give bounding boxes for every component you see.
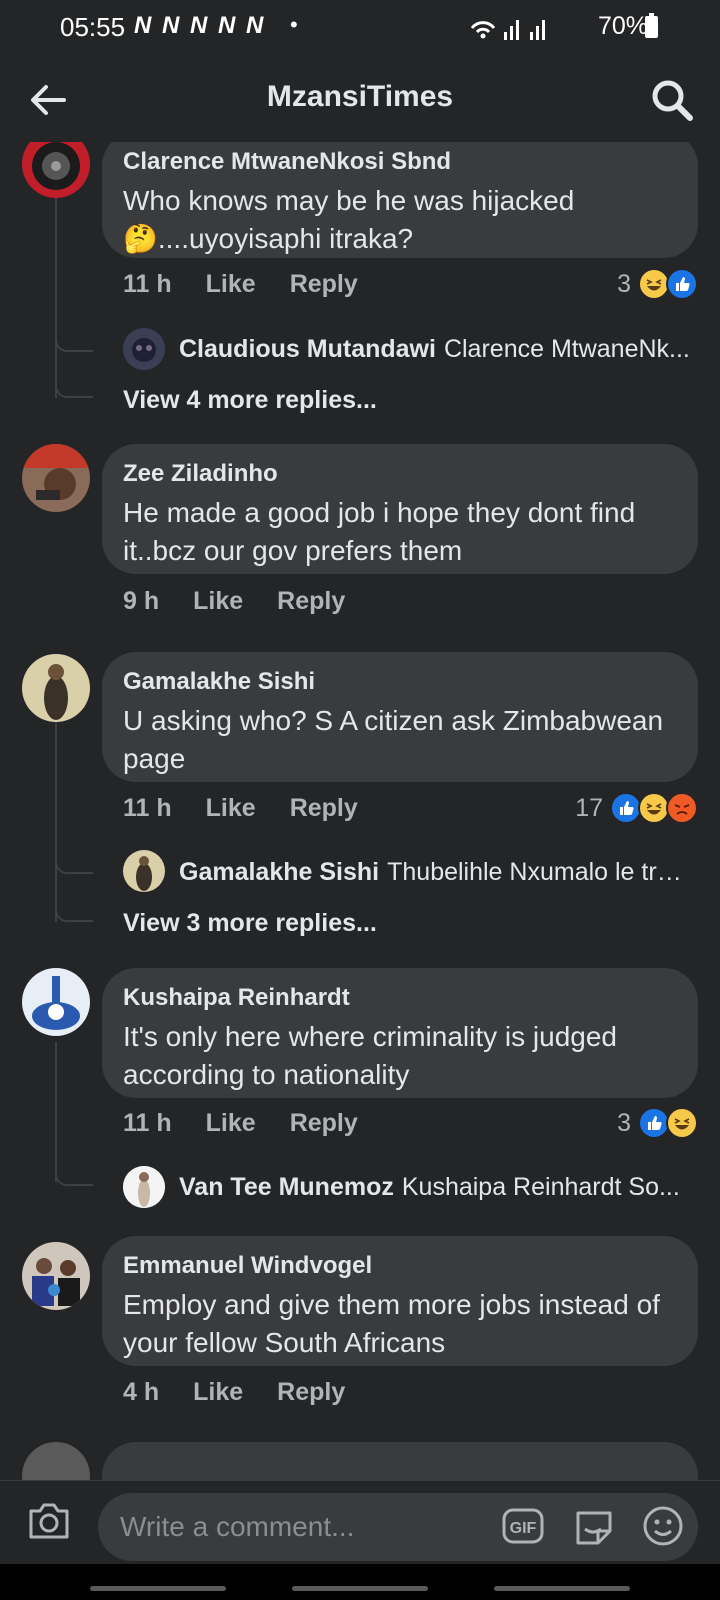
comment-time: 9 h (123, 587, 160, 615)
like-button[interactable]: Like (193, 587, 243, 615)
comment-time: 11 h (123, 270, 172, 298)
avatar[interactable] (22, 968, 90, 1036)
avatar[interactable] (22, 1442, 90, 1480)
recent-apps-button[interactable] (90, 1586, 226, 1591)
camera-icon[interactable] (26, 1497, 72, 1543)
reply-button[interactable]: Reply (277, 1378, 345, 1406)
reply-author: Van Tee Munemoz (179, 1173, 394, 1201)
reply-preview[interactable]: Claudious Mutandawi Clarence MtwaneNk... (179, 335, 690, 364)
sticker-icon[interactable] (572, 1505, 616, 1549)
reply-avatar[interactable] (123, 1166, 165, 1208)
comment-bubble[interactable]: Gamalakhe Sishi U asking who? S A citize… (102, 652, 698, 782)
comment-author[interactable]: Emmanuel Windvogel (123, 1252, 678, 1280)
comment-text: Who knows may be he was hijacked 🤔....uy… (123, 185, 575, 254)
like-button[interactable]: Like (206, 794, 256, 822)
system-navigation-bar (0, 1564, 720, 1600)
comment-bubble[interactable]: Zee Ziladinho He made a good job i hope … (102, 444, 698, 574)
thread-line (55, 722, 57, 922)
comment-author[interactable]: Zee Ziladinho (123, 460, 678, 488)
app-header: MzansiTimes (0, 56, 720, 142)
comment-bubble[interactable] (102, 1442, 698, 1480)
notification-icons: N N N N N (134, 12, 266, 39)
reaction-summary[interactable]: 3 (617, 268, 698, 300)
reply-avatar[interactable] (123, 850, 165, 892)
thread-connector (55, 906, 93, 922)
battery-icon (645, 13, 658, 38)
comment-text: He made a good job i hope they dont find… (123, 497, 636, 566)
comment-actions: 9 h Like Reply (123, 587, 379, 616)
reaction-summary[interactable]: 17 (575, 792, 698, 824)
comment-time: 11 h (123, 794, 172, 822)
comment-bubble[interactable]: Emmanuel Windvogel Employ and give them … (102, 1236, 698, 1366)
home-button[interactable] (292, 1586, 428, 1591)
comments-list[interactable]: Clarence MtwaneNkosi Sbnd Who knows may … (0, 142, 720, 1480)
like-button[interactable]: Like (206, 1109, 256, 1137)
comment-actions: 4 h Like Reply (123, 1378, 379, 1407)
page-title: MzansiTimes (266, 80, 454, 113)
thread-connector (55, 858, 93, 874)
battery-percent: 70% (597, 12, 648, 40)
reply-avatar[interactable] (123, 328, 165, 370)
comment-time: 4 h (123, 1378, 160, 1406)
haha-reaction-icon (666, 1107, 698, 1139)
comment-author[interactable]: Gamalakhe Sishi (123, 668, 678, 696)
comment-time: 11 h (123, 1109, 172, 1137)
reply-button[interactable]: Reply (277, 587, 345, 615)
reply-author: Gamalakhe Sishi (179, 858, 380, 886)
like-button[interactable]: Like (206, 270, 256, 298)
comment-actions: 11 h Like Reply (123, 270, 392, 299)
reply-button[interactable]: Reply (290, 1109, 358, 1137)
comment-text: U asking who? S A citizen ask Zimbabwean… (123, 705, 664, 774)
back-button[interactable] (494, 1586, 630, 1591)
comment-author[interactable]: Kushaipa Reinhardt (123, 984, 678, 1012)
gif-label: GIF (510, 1520, 537, 1537)
reaction-summary[interactable]: 3 (617, 1107, 698, 1139)
reply-button[interactable]: Reply (290, 794, 358, 822)
comment-text: It's only here where criminality is judg… (123, 1021, 618, 1090)
comment-actions: 11 h Like Reply (123, 794, 392, 823)
reply-button[interactable]: Reply (290, 270, 358, 298)
avatar[interactable] (22, 444, 90, 512)
reply-snippet: Kushaipa Reinhardt So... (401, 1173, 680, 1201)
signal-icon (470, 20, 545, 40)
view-more-replies-link[interactable]: View 4 more replies... (123, 386, 377, 415)
avatar[interactable] (22, 142, 90, 198)
emoji-icon[interactable] (642, 1505, 684, 1547)
view-more-replies-link[interactable]: View 3 more replies... (123, 909, 377, 938)
thread-connector (55, 382, 93, 398)
avatar[interactable] (22, 654, 90, 722)
reply-preview[interactable]: Van Tee Munemoz Kushaipa Reinhardt So... (179, 1173, 690, 1202)
status-dot: • (290, 12, 298, 37)
reply-author: Claudious Mutandawi (179, 335, 436, 363)
comment-author[interactable]: Clarence MtwaneNkosi Sbnd (123, 148, 678, 176)
reaction-count: 17 (575, 793, 604, 822)
like-button[interactable]: Like (193, 1378, 243, 1406)
reaction-count: 3 (617, 269, 632, 298)
status-bar: 05:55 N N N N N • 70% (0, 0, 720, 56)
thread-connector (55, 336, 93, 352)
comment-composer: GIF (0, 1480, 720, 1565)
thread-line (55, 1042, 57, 1182)
reply-snippet: Thubelihle Nxumalo le tru... (387, 858, 690, 886)
thread-line (55, 198, 57, 398)
status-time: 05:55 (60, 12, 126, 42)
reaction-count: 3 (617, 1108, 632, 1137)
like-reaction-icon (666, 268, 698, 300)
comment-bubble[interactable]: Kushaipa Reinhardt It's only here where … (102, 968, 698, 1098)
search-icon[interactable] (648, 76, 696, 124)
comment-text: Employ and give them more jobs instead o… (123, 1289, 660, 1358)
comment-bubble[interactable]: Clarence MtwaneNkosi Sbnd Who knows may … (102, 142, 698, 258)
thread-connector (55, 1170, 93, 1186)
avatar[interactable] (22, 1242, 90, 1310)
gif-icon[interactable]: GIF (502, 1508, 544, 1544)
reply-snippet: Clarence MtwaneNk... (443, 335, 690, 363)
angry-reaction-icon (666, 792, 698, 824)
reply-preview[interactable]: Gamalakhe Sishi Thubelihle Nxumalo le tru… (179, 858, 690, 887)
comment-actions: 11 h Like Reply (123, 1109, 392, 1138)
